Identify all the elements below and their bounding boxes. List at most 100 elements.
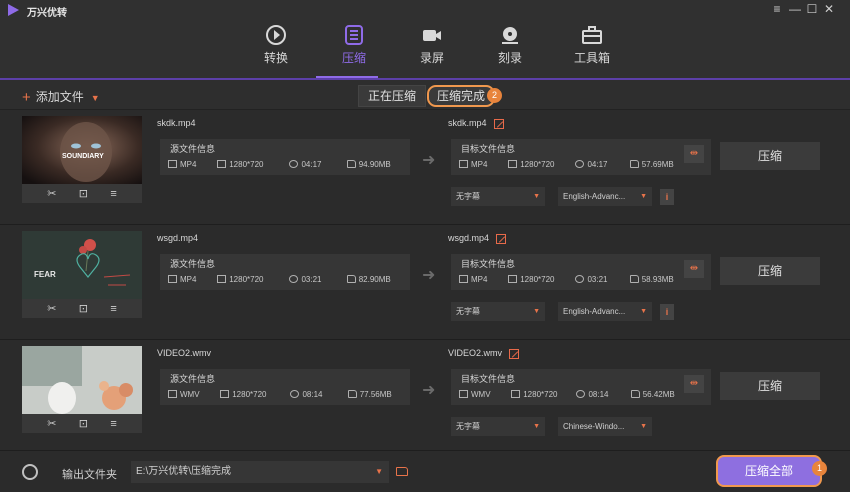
clock-icon bbox=[575, 275, 585, 284]
target-size: 56.42MB bbox=[642, 389, 675, 399]
target-resolution: 1280*720 bbox=[520, 274, 555, 284]
compress-settings-icon[interactable]: ⇹ bbox=[684, 145, 704, 163]
resolution-icon bbox=[508, 160, 518, 169]
bottom-bar: 输出文件夹 E:\万兴优转\压缩完成 ▼ 压缩全部 1 bbox=[0, 450, 850, 492]
target-info-panel: 目标文件信息 MP4 1280*720 04:17 57.69MB bbox=[451, 139, 711, 175]
adjust-icon[interactable]: ≡ bbox=[110, 188, 116, 200]
subtitle-select[interactable]: 无字幕 ▼ bbox=[451, 302, 545, 321]
nav-burn[interactable]: 刻录 bbox=[480, 24, 540, 66]
scissors-icon[interactable]: ✂ bbox=[47, 302, 56, 315]
nav-convert[interactable]: 转换 bbox=[246, 24, 306, 66]
tab-compressing[interactable]: 正在压缩 bbox=[358, 85, 426, 107]
subtitle-value: 无字幕 bbox=[456, 192, 480, 201]
tab-compress-done[interactable]: 压缩完成 bbox=[427, 85, 495, 107]
source-info-panel: 源文件信息 MP4 1280*720 04:17 94.90MB bbox=[160, 139, 410, 175]
subtitle-value: 无字幕 bbox=[456, 422, 480, 431]
thumb-caption: SOUNDIARY bbox=[62, 153, 104, 160]
format-icon bbox=[459, 275, 468, 284]
chevron-down-icon: ▼ bbox=[533, 308, 540, 315]
folder-icon bbox=[630, 390, 640, 399]
target-info-label: 目标文件信息 bbox=[461, 374, 516, 384]
target-duration: 08:14 bbox=[588, 389, 609, 399]
clock-icon bbox=[289, 160, 299, 169]
source-resolution: 1280*720 bbox=[229, 274, 264, 284]
compress-settings-icon[interactable]: ⇹ bbox=[684, 375, 704, 393]
audio-track-select[interactable]: English-Advanc... ▼ bbox=[558, 302, 652, 321]
edit-icon[interactable] bbox=[509, 348, 520, 359]
chevron-down-icon[interactable]: ▼ bbox=[91, 93, 100, 103]
target-format: WMV bbox=[471, 389, 491, 399]
menu-icon[interactable]: ≡ bbox=[770, 2, 784, 16]
alarm-clock-icon[interactable] bbox=[22, 464, 38, 480]
target-format: MP4 bbox=[471, 159, 488, 169]
target-format: MP4 bbox=[471, 274, 488, 284]
source-info-label: 源文件信息 bbox=[170, 374, 216, 384]
scissors-icon[interactable]: ✂ bbox=[47, 187, 56, 200]
nav-label: 录屏 bbox=[419, 51, 444, 65]
source-info-label: 源文件信息 bbox=[170, 259, 216, 269]
source-format: WMV bbox=[180, 389, 200, 399]
nav-compress[interactable]: 压缩 bbox=[324, 24, 384, 66]
output-path-select[interactable]: E:\万兴优转\压缩完成 ▼ bbox=[131, 461, 389, 483]
compress-icon bbox=[345, 25, 363, 45]
compress-button[interactable]: 压缩 bbox=[720, 257, 820, 285]
compress-all-button[interactable]: 压缩全部 bbox=[716, 455, 822, 487]
scissors-icon[interactable]: ✂ bbox=[47, 417, 56, 430]
info-icon[interactable]: i bbox=[660, 304, 674, 320]
crop-icon[interactable]: ⊡ bbox=[79, 417, 88, 430]
source-file-name: skdk.mp4 bbox=[157, 118, 196, 128]
chevron-down-icon: ▼ bbox=[640, 193, 647, 200]
adjust-icon[interactable]: ≡ bbox=[110, 303, 116, 315]
source-size: 94.90MB bbox=[358, 159, 391, 169]
source-resolution: 1280*720 bbox=[229, 159, 264, 169]
video-thumbnail[interactable] bbox=[22, 346, 142, 414]
nav-label: 压缩 bbox=[341, 51, 366, 65]
compress-settings-icon[interactable]: ⇹ bbox=[684, 260, 704, 278]
source-duration: 04:17 bbox=[301, 159, 322, 169]
add-file-button[interactable]: + 添加文件 ▼ bbox=[22, 88, 100, 106]
close-icon[interactable]: ✕ bbox=[822, 2, 836, 16]
nav-record[interactable]: 录屏 bbox=[402, 24, 462, 66]
output-path-value: E:\万兴优转\压缩完成 bbox=[136, 466, 232, 477]
minimize-icon[interactable]: — bbox=[788, 2, 802, 16]
format-icon bbox=[459, 390, 468, 399]
edit-icon[interactable] bbox=[496, 233, 507, 244]
crop-icon[interactable]: ⊡ bbox=[79, 187, 88, 200]
subtitle-select[interactable]: 无字幕 ▼ bbox=[451, 417, 545, 436]
maximize-icon[interactable]: ☐ bbox=[805, 2, 819, 16]
info-icon[interactable]: i bbox=[660, 189, 674, 205]
source-duration: 03:21 bbox=[301, 274, 322, 284]
chevron-down-icon: ▼ bbox=[375, 467, 383, 476]
target-resolution: 1280*720 bbox=[520, 159, 555, 169]
resolution-icon bbox=[217, 275, 227, 284]
chevron-down-icon: ▼ bbox=[533, 193, 540, 200]
nav-toolbox[interactable]: 工具箱 bbox=[562, 24, 622, 66]
arrow-right-icon: ➜ bbox=[422, 267, 436, 284]
edit-icon[interactable] bbox=[493, 118, 504, 129]
app-title: 万兴优转 bbox=[27, 8, 67, 19]
file-row: FEAR ✂ ⊡ ≡ wsgd.mp4 源文件信息 MP4 1280*720 0… bbox=[0, 225, 850, 340]
resolution-icon bbox=[511, 390, 521, 399]
resolution-icon bbox=[220, 390, 230, 399]
target-duration: 03:21 bbox=[587, 274, 608, 284]
audio-track-select[interactable]: Chinese-Windo... ▼ bbox=[558, 417, 652, 436]
file-row: SOUNDIARY ✂ ⊡ ≡ skdk.mp4 源文件信息 MP4 1280*… bbox=[0, 110, 850, 225]
burn-icon bbox=[502, 27, 518, 44]
open-folder-icon[interactable] bbox=[396, 467, 408, 476]
source-info-panel: 源文件信息 WMV 1280*720 08:14 77.56MB bbox=[160, 369, 410, 405]
file-row: ✂ ⊡ ≡ VIDEO2.wmv 源文件信息 WMV 1280*720 08:1… bbox=[0, 340, 850, 455]
resolution-icon bbox=[217, 160, 227, 169]
sub-toolbar: + 添加文件 ▼ 正在压缩 压缩完成 2 bbox=[0, 80, 850, 110]
crop-icon[interactable]: ⊡ bbox=[79, 302, 88, 315]
arrow-right-icon: ➜ bbox=[422, 382, 436, 399]
audio-value: English-Advanc... bbox=[563, 307, 626, 316]
edit-tools: ✂ ⊡ ≡ bbox=[22, 414, 142, 433]
format-icon bbox=[168, 390, 177, 399]
adjust-icon[interactable]: ≡ bbox=[110, 418, 116, 430]
video-thumbnail[interactable]: FEAR bbox=[22, 231, 142, 299]
compress-button[interactable]: 压缩 bbox=[720, 372, 820, 400]
subtitle-select[interactable]: 无字幕 ▼ bbox=[451, 187, 545, 206]
video-thumbnail[interactable]: SOUNDIARY bbox=[22, 116, 142, 184]
audio-track-select[interactable]: English-Advanc... ▼ bbox=[558, 187, 652, 206]
compress-button[interactable]: 压缩 bbox=[720, 142, 820, 170]
